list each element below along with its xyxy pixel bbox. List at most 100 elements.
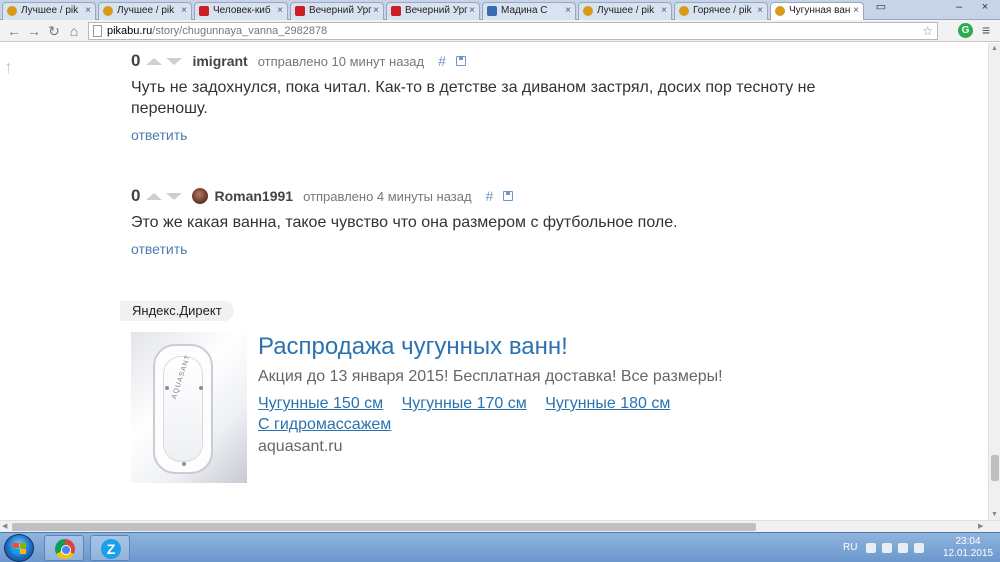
home-icon[interactable]: ⌂ [66, 23, 82, 39]
browser-tab[interactable]: Лучшее / pik × [2, 2, 96, 20]
tab-title: Вечерний Ург [405, 5, 468, 16]
taskbar-app-button[interactable]: Z [90, 535, 130, 561]
vertical-scroll-thumb[interactable] [991, 455, 999, 481]
browser-tab[interactable]: Горячее / pik × [674, 2, 768, 20]
comment-text: Чуть не задохнулся, пока читал. Как-то в… [131, 79, 816, 117]
browser-toolbar: ← → ↻ ⌂ pikabu.ru/story/chugunnaya_vanna… [0, 20, 1000, 42]
extension-icon[interactable]: G [958, 23, 973, 38]
scroll-down-icon[interactable]: ▼ [991, 511, 998, 518]
ad-sitelink[interactable]: Чугунные 170 см [402, 395, 527, 412]
browser-tab[interactable]: Лучшее / pik × [98, 2, 192, 20]
comment-link-hash[interactable]: # [486, 188, 494, 204]
vertical-scrollbar[interactable]: ▲ ▼ [988, 43, 1000, 520]
pikabu-icon [103, 6, 113, 16]
ad-domain[interactable]: aquasant.ru [258, 438, 343, 456]
close-tab-icon[interactable]: × [757, 3, 763, 19]
browser-tab-active[interactable]: Чугунная ван × [770, 2, 864, 21]
scroll-up-arrow-icon[interactable]: ↑ [4, 57, 13, 78]
chrome-menu-icon[interactable]: ≡ [982, 23, 990, 38]
comment-time: отправлено 4 минуты назад [303, 188, 472, 204]
browser-tab-strip: Лучшее / pik × Лучшее / pik × Человек-ки… [0, 0, 1000, 21]
chrome-icon [55, 539, 75, 559]
scroll-up-icon[interactable]: ▲ [991, 45, 998, 52]
taskbar-clock[interactable]: 23:04 12.01.2015 [940, 536, 996, 560]
comment-header: 0 Roman1991 отправлено 4 минуты назад # [131, 186, 831, 206]
horizontal-scroll-thumb[interactable] [12, 523, 756, 531]
comment-author[interactable]: Roman1991 [214, 188, 293, 204]
tray-app-icon[interactable] [882, 543, 892, 553]
close-tab-icon[interactable]: × [181, 3, 187, 19]
url-host: pikabu.ru [107, 25, 153, 37]
bathtub-icon: AQUASANT [153, 344, 213, 474]
window-close-button[interactable]: × [972, 0, 998, 16]
close-tab-icon[interactable]: × [373, 3, 379, 19]
windows-taskbar: Z RU 23:04 12.01.2015 [0, 532, 1000, 562]
close-tab-icon[interactable]: × [469, 3, 475, 19]
ad-sitelink[interactable]: С гидромассажем [258, 416, 391, 433]
vote-down-icon[interactable] [166, 192, 183, 200]
back-arrow-icon[interactable]: ← [6, 23, 22, 39]
bookmark-star-icon[interactable]: ☆ [922, 23, 933, 39]
tab-title: Лучшее / pik [597, 5, 655, 16]
page-viewport: ↑ 0 imigrant отправлено 10 минут назад #… [0, 43, 988, 520]
tab-title: Горячее / pik [693, 5, 752, 16]
comment-header: 0 imigrant отправлено 10 минут назад # [131, 51, 831, 71]
yandex-direct-label[interactable]: Яндекс.Директ [120, 301, 234, 321]
tab-title: Лучшее / pik [117, 5, 175, 16]
jet-icon [199, 386, 203, 390]
ad-sitelinks: Чугунные 150 см Чугунные 170 см Чугунные… [258, 393, 758, 435]
taskbar-chrome-button[interactable] [44, 535, 84, 561]
ad-title-link[interactable]: Распродажа чугунных ванн! [258, 333, 568, 361]
browser-tab[interactable]: Лучшее / pik × [578, 2, 672, 20]
close-tab-icon[interactable]: × [661, 3, 667, 19]
vote-up-icon[interactable] [146, 192, 163, 200]
save-icon[interactable] [455, 56, 466, 66]
ad-description: Акция до 13 января 2015! Бесплатная дост… [258, 368, 723, 385]
jet-icon [165, 386, 169, 390]
clock-time: 23:04 [955, 536, 981, 547]
tray-arrow-icon[interactable] [866, 543, 876, 553]
reload-icon[interactable]: ↻ [46, 23, 62, 39]
browser-tab[interactable]: Вечерний Ург × [290, 2, 384, 20]
youtube-icon [391, 6, 401, 16]
ad-image-bathtub[interactable]: AQUASANT [131, 332, 247, 483]
save-icon[interactable] [503, 191, 514, 201]
reply-link[interactable]: ответить [131, 241, 831, 257]
pikabu-icon [583, 6, 593, 16]
avatar[interactable] [192, 188, 209, 204]
new-tab-button[interactable]: ▭ [868, 0, 894, 16]
clock-date: 12.01.2015 [942, 548, 994, 559]
close-tab-icon[interactable]: × [853, 3, 859, 19]
windows-logo-icon [13, 543, 26, 555]
network-icon[interactable] [898, 543, 908, 553]
browser-tab[interactable]: Мадина С × [482, 2, 576, 20]
language-indicator[interactable]: RU [843, 533, 857, 562]
comment-rating: 0 [131, 51, 141, 70]
browser-tab[interactable]: Человек-киб × [194, 2, 288, 20]
comment-author[interactable]: imigrant [192, 53, 247, 69]
close-tab-icon[interactable]: × [565, 3, 571, 19]
pikabu-icon [679, 6, 689, 16]
minimize-button[interactable]: – [946, 0, 972, 16]
vote-down-icon[interactable] [166, 57, 183, 65]
close-tab-icon[interactable]: × [277, 3, 283, 19]
start-button[interactable] [4, 534, 34, 562]
horizontal-scrollbar[interactable]: ◀ ▶ [0, 520, 1000, 532]
video-icon [487, 6, 497, 16]
comment-text: Это же какая ванна, такое чувство что он… [131, 214, 678, 231]
youtube-icon [295, 6, 305, 16]
comment: 0 Roman1991 отправлено 4 минуты назад # … [131, 186, 831, 257]
comment-link-hash[interactable]: # [438, 53, 446, 69]
forward-arrow-icon[interactable]: → [26, 23, 42, 39]
reply-link[interactable]: ответить [131, 127, 831, 143]
address-bar[interactable]: pikabu.ru/story/chugunnaya_vanna_2982878… [88, 22, 938, 40]
vote-up-icon[interactable] [146, 57, 163, 65]
ad-sitelink[interactable]: Чугунные 150 см [258, 395, 383, 412]
ad-sitelink[interactable]: Чугунные 180 см [545, 395, 670, 412]
pikabu-icon [7, 6, 17, 16]
browser-tab[interactable]: Вечерний Ург × [386, 2, 480, 20]
jet-icon [182, 462, 186, 466]
volume-icon[interactable] [914, 543, 924, 553]
comment-time: отправлено 10 минут назад [257, 53, 425, 69]
close-tab-icon[interactable]: × [85, 3, 91, 19]
